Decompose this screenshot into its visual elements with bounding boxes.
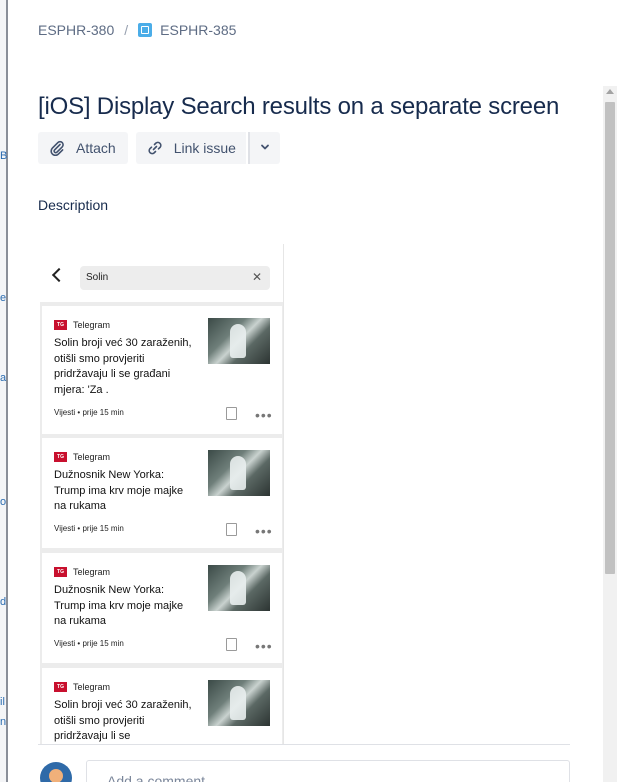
screenshot-search-box: Solin ✕ — [80, 266, 270, 290]
card-source: Telegram — [73, 320, 111, 330]
screenshot-news-card: TG Telegram Dužnosnik New Yorka: Trump im… — [42, 438, 282, 548]
backdrop-strip: B e a o d il n — [0, 0, 8, 782]
description-screenshot-image[interactable]: Solin ✕ TG Telegram Solin broji već 30 za… — [40, 244, 284, 744]
link-icon — [146, 139, 164, 157]
issue-title[interactable]: [iOS] Display Search results on a separa… — [38, 93, 559, 121]
clear-icon: ✕ — [251, 270, 262, 284]
telegram-logo-icon: TG — [54, 320, 67, 330]
screenshot-search-value: Solin — [86, 272, 109, 283]
backdrop-fragment: o — [0, 496, 7, 508]
screenshot-news-card: TG Telegram Solin broji već 30 zaraženih,… — [42, 306, 282, 434]
back-arrow-icon — [51, 267, 67, 283]
backdrop-fragment: n — [0, 716, 7, 728]
card-meta: Vijesti • prije 15 min — [54, 524, 124, 533]
breadcrumb-current-link[interactable]: ESPHR-385 — [160, 22, 236, 38]
more-actions-button[interactable] — [247, 132, 280, 164]
breadcrumb-parent-link[interactable]: ESPHR-380 — [38, 22, 114, 38]
issue-toolbar: Attach Link issue — [38, 132, 280, 164]
screenshot-news-card: TG Telegram Solin broji već 30 zaraženih,… — [42, 668, 282, 744]
card-headline: Solin broji već 30 zaraženih, otišli smo… — [54, 699, 192, 742]
bookmark-icon — [226, 523, 237, 536]
backdrop-fragment: d — [0, 596, 7, 608]
card-source: Telegram — [73, 567, 111, 577]
backdrop-fragment: a — [0, 372, 7, 384]
card-thumbnail — [208, 318, 270, 364]
more-dots-icon: ••• — [255, 638, 273, 654]
subtask-icon — [138, 23, 153, 37]
backdrop-fragment: B — [0, 150, 8, 162]
card-headline: Dužnosnik New Yorka: Trump ima krv moje … — [54, 584, 184, 627]
backdrop-fragment: e — [0, 292, 7, 304]
card-meta: Vijesti • prije 15 min — [54, 639, 124, 648]
card-thumbnail — [208, 565, 270, 611]
breadcrumb: ESPHR-380 / ESPHR-385 — [38, 22, 236, 38]
more-dots-icon: ••• — [255, 407, 273, 423]
description-heading: Description — [38, 197, 109, 213]
card-source: Telegram — [73, 682, 111, 692]
telegram-logo-icon: TG — [54, 567, 67, 577]
comment-divider — [38, 744, 570, 745]
attach-label: Attach — [76, 140, 116, 156]
bookmark-icon — [226, 407, 237, 420]
avatar — [40, 762, 72, 782]
telegram-logo-icon: TG — [54, 682, 67, 692]
scrollbar-thumb[interactable] — [605, 102, 615, 574]
telegram-logo-icon: TG — [54, 452, 67, 462]
card-source: Telegram — [73, 452, 111, 462]
paperclip-icon — [48, 139, 66, 157]
backdrop-fragment: il — [0, 696, 5, 708]
screenshot-news-card: TG Telegram Dužnosnik New Yorka: Trump im… — [42, 553, 282, 663]
vertical-scrollbar[interactable] — [603, 86, 617, 782]
bookmark-icon — [226, 638, 237, 651]
card-meta: Vijesti • prije 15 min — [54, 408, 124, 417]
attach-button[interactable]: Attach — [38, 132, 128, 164]
card-thumbnail — [208, 450, 270, 496]
link-issue-label: Link issue — [173, 140, 236, 156]
screenshot-search-header: Solin ✕ — [40, 244, 283, 302]
more-dots-icon: ••• — [255, 523, 273, 539]
breadcrumb-separator: / — [124, 22, 129, 38]
card-headline: Solin broji već 30 zaraženih, otišli smo… — [54, 337, 192, 396]
card-headline: Dužnosnik New Yorka: Trump ima krv moje … — [54, 469, 184, 512]
add-comment-input[interactable]: Add a comment... — [86, 760, 570, 782]
chevron-down-icon — [259, 140, 271, 156]
issue-modal: ESPHR-380 / ESPHR-385 [iOS] Display Sear… — [8, 0, 622, 782]
link-issue-button[interactable]: Link issue — [135, 132, 246, 164]
scroll-up-arrow-icon[interactable] — [606, 89, 614, 94]
card-thumbnail — [208, 680, 270, 726]
